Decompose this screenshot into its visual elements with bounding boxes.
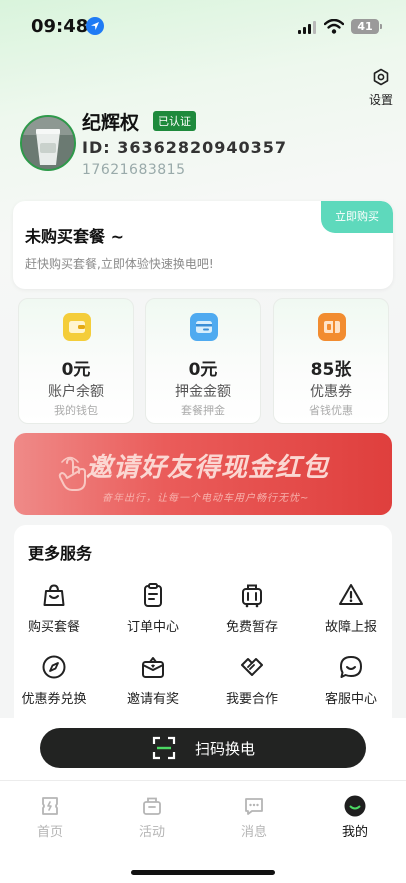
invite-banner[interactable]: 邀请好友得现金红包 奋年出行，让每一个电动车用户畅行无忧~ [14, 433, 392, 515]
service-label: 订单中心 [126, 620, 179, 635]
coupon-card[interactable]: 85张 优惠券 省钱优惠 [273, 298, 389, 424]
user-phone: 17621683815 [82, 162, 186, 178]
cellular-signal-icon [298, 21, 318, 34]
service-label: 优惠券兑换 [21, 692, 87, 707]
service-free-storage[interactable]: 免费暂存 [207, 582, 297, 635]
tab-label: 我的 [341, 825, 368, 840]
service-label: 邀请有奖 [126, 692, 179, 707]
gear-icon [373, 68, 389, 86]
battery-icon: 41 [351, 19, 382, 34]
services-title: 更多服务 [28, 544, 93, 563]
tab-activity[interactable]: 活动 [117, 795, 187, 840]
location-arrow-icon [86, 17, 104, 35]
service-invite-reward[interactable]: 邀请有奖 [108, 654, 198, 707]
package-title: 未购买套餐 ~ [25, 227, 124, 246]
settings-button[interactable]: 设置 [366, 68, 396, 108]
balance-value: 0元 [61, 360, 91, 380]
service-coupon-redeem[interactable]: 优惠券兑换 [9, 654, 99, 707]
user-name: 纪辉权 [82, 112, 140, 134]
handshake-icon [241, 658, 263, 676]
scan-icon [152, 736, 176, 760]
wifi-icon [323, 18, 345, 38]
activity-basket-icon [143, 797, 161, 815]
home-ticket-icon [42, 797, 58, 815]
banner-title: 邀请好友得现金红包 [86, 453, 330, 483]
clipboard-icon [144, 583, 162, 607]
status-bar: 09:48 41 [0, 14, 406, 42]
service-label: 免费暂存 [225, 620, 278, 635]
package-description: 赶快购买套餐,立即体验快速换电吧! [25, 257, 214, 271]
status-time: 09:48 [31, 16, 89, 37]
wallet-icon [63, 313, 91, 341]
service-order-center[interactable]: 订单中心 [108, 582, 198, 635]
settings-label: 设置 [368, 93, 393, 107]
home-indicator [131, 870, 275, 875]
verified-badge: 已认证 [153, 111, 196, 131]
deposit-sublabel: 套餐押金 [181, 404, 225, 417]
tab-home[interactable]: 首页 [15, 795, 85, 840]
banner-subtitle: 奋年出行，让每一个电动车用户畅行无忧~ [102, 493, 310, 504]
message-icon [245, 798, 263, 815]
balance-label: 账户余额 [48, 384, 104, 400]
service-buy-package[interactable]: 购买套餐 [9, 582, 99, 635]
shopping-bag-icon [43, 584, 65, 606]
coupon-sublabel: 省钱优惠 [309, 404, 353, 417]
service-label: 我要合作 [225, 692, 278, 707]
service-label: 故障上报 [324, 620, 377, 635]
coupon-icon [318, 313, 346, 341]
tab-label: 首页 [36, 825, 63, 840]
buy-now-button[interactable]: 立即购买 [321, 201, 393, 233]
chat-bubble-icon [340, 656, 362, 678]
service-label: 客服中心 [324, 692, 377, 707]
luggage-icon [242, 584, 262, 608]
more-services-panel: 更多服务 购买套餐 订单中心 免费暂存 故障上报 优惠券兑换 邀请有奖 我要合作… [14, 525, 392, 735]
package-card[interactable]: 未购买套餐 ~ 赶快购买套餐,立即体验快速换电吧! 立即购买 [13, 201, 393, 289]
coupon-label: 优惠券 [310, 384, 352, 400]
card-icon [190, 313, 218, 341]
coupon-value: 85张 [310, 360, 352, 380]
scan-swap-button[interactable]: 扫码换电 [40, 728, 366, 768]
warning-icon [339, 584, 363, 605]
balance-sublabel: 我的钱包 [54, 404, 98, 417]
tab-label: 消息 [240, 825, 267, 840]
compass-icon [42, 655, 66, 679]
service-customer-service[interactable]: 客服中心 [306, 654, 396, 707]
tab-mine[interactable]: 我的 [320, 795, 390, 840]
tab-label: 活动 [138, 825, 165, 840]
scan-bar: 扫码换电 [0, 718, 406, 780]
bottom-tab-bar: 首页 活动 消息 我的 [0, 780, 406, 883]
deposit-label: 押金金额 [175, 384, 231, 400]
profile-smile-icon [344, 795, 366, 817]
tab-messages[interactable]: 消息 [219, 795, 289, 840]
user-id: ID: 36362820940357 [82, 138, 288, 157]
deposit-value: 0元 [188, 360, 218, 380]
deposit-card[interactable]: 0元 押金金额 套餐押金 [145, 298, 261, 424]
scan-label: 扫码换电 [195, 740, 256, 758]
gift-icon [142, 657, 164, 678]
service-cooperation[interactable]: 我要合作 [207, 654, 297, 707]
avatar[interactable] [20, 115, 76, 171]
service-fault-report[interactable]: 故障上报 [306, 582, 396, 635]
service-label: 购买套餐 [27, 620, 80, 635]
balance-card[interactable]: 0元 账户余额 我的钱包 [18, 298, 134, 424]
